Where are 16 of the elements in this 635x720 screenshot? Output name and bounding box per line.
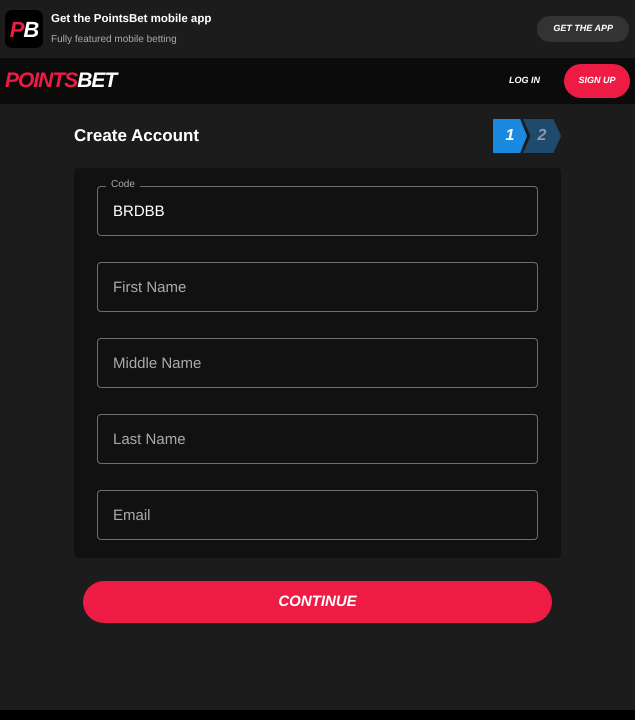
step-indicator: 1 bbox=[493, 119, 527, 153]
logo[interactable]: POINTSBET bbox=[5, 69, 116, 92]
input-field[interactable]: BRDBB bbox=[97, 186, 538, 236]
continue-button[interactable]: CONTINUE bbox=[83, 581, 552, 623]
input-field[interactable]: First Name bbox=[97, 262, 538, 312]
banner-subtitle: Fully featured mobile betting bbox=[51, 33, 178, 48]
page-title: Create Account bbox=[74, 125, 200, 148]
banner-title: Get the PointsBet mobile app bbox=[51, 12, 212, 27]
app-icon: PB bbox=[5, 10, 43, 48]
login-link[interactable]: LOG IN bbox=[509, 74, 540, 88]
step-indicator: 2 bbox=[523, 119, 561, 153]
input-field[interactable]: Middle Name bbox=[97, 338, 538, 388]
signup-button[interactable]: SIGN UP bbox=[564, 64, 630, 98]
get-app-button[interactable]: GET THE APP bbox=[537, 16, 629, 42]
input-field[interactable]: Email bbox=[97, 490, 538, 540]
input-field[interactable]: Last Name bbox=[97, 414, 538, 464]
